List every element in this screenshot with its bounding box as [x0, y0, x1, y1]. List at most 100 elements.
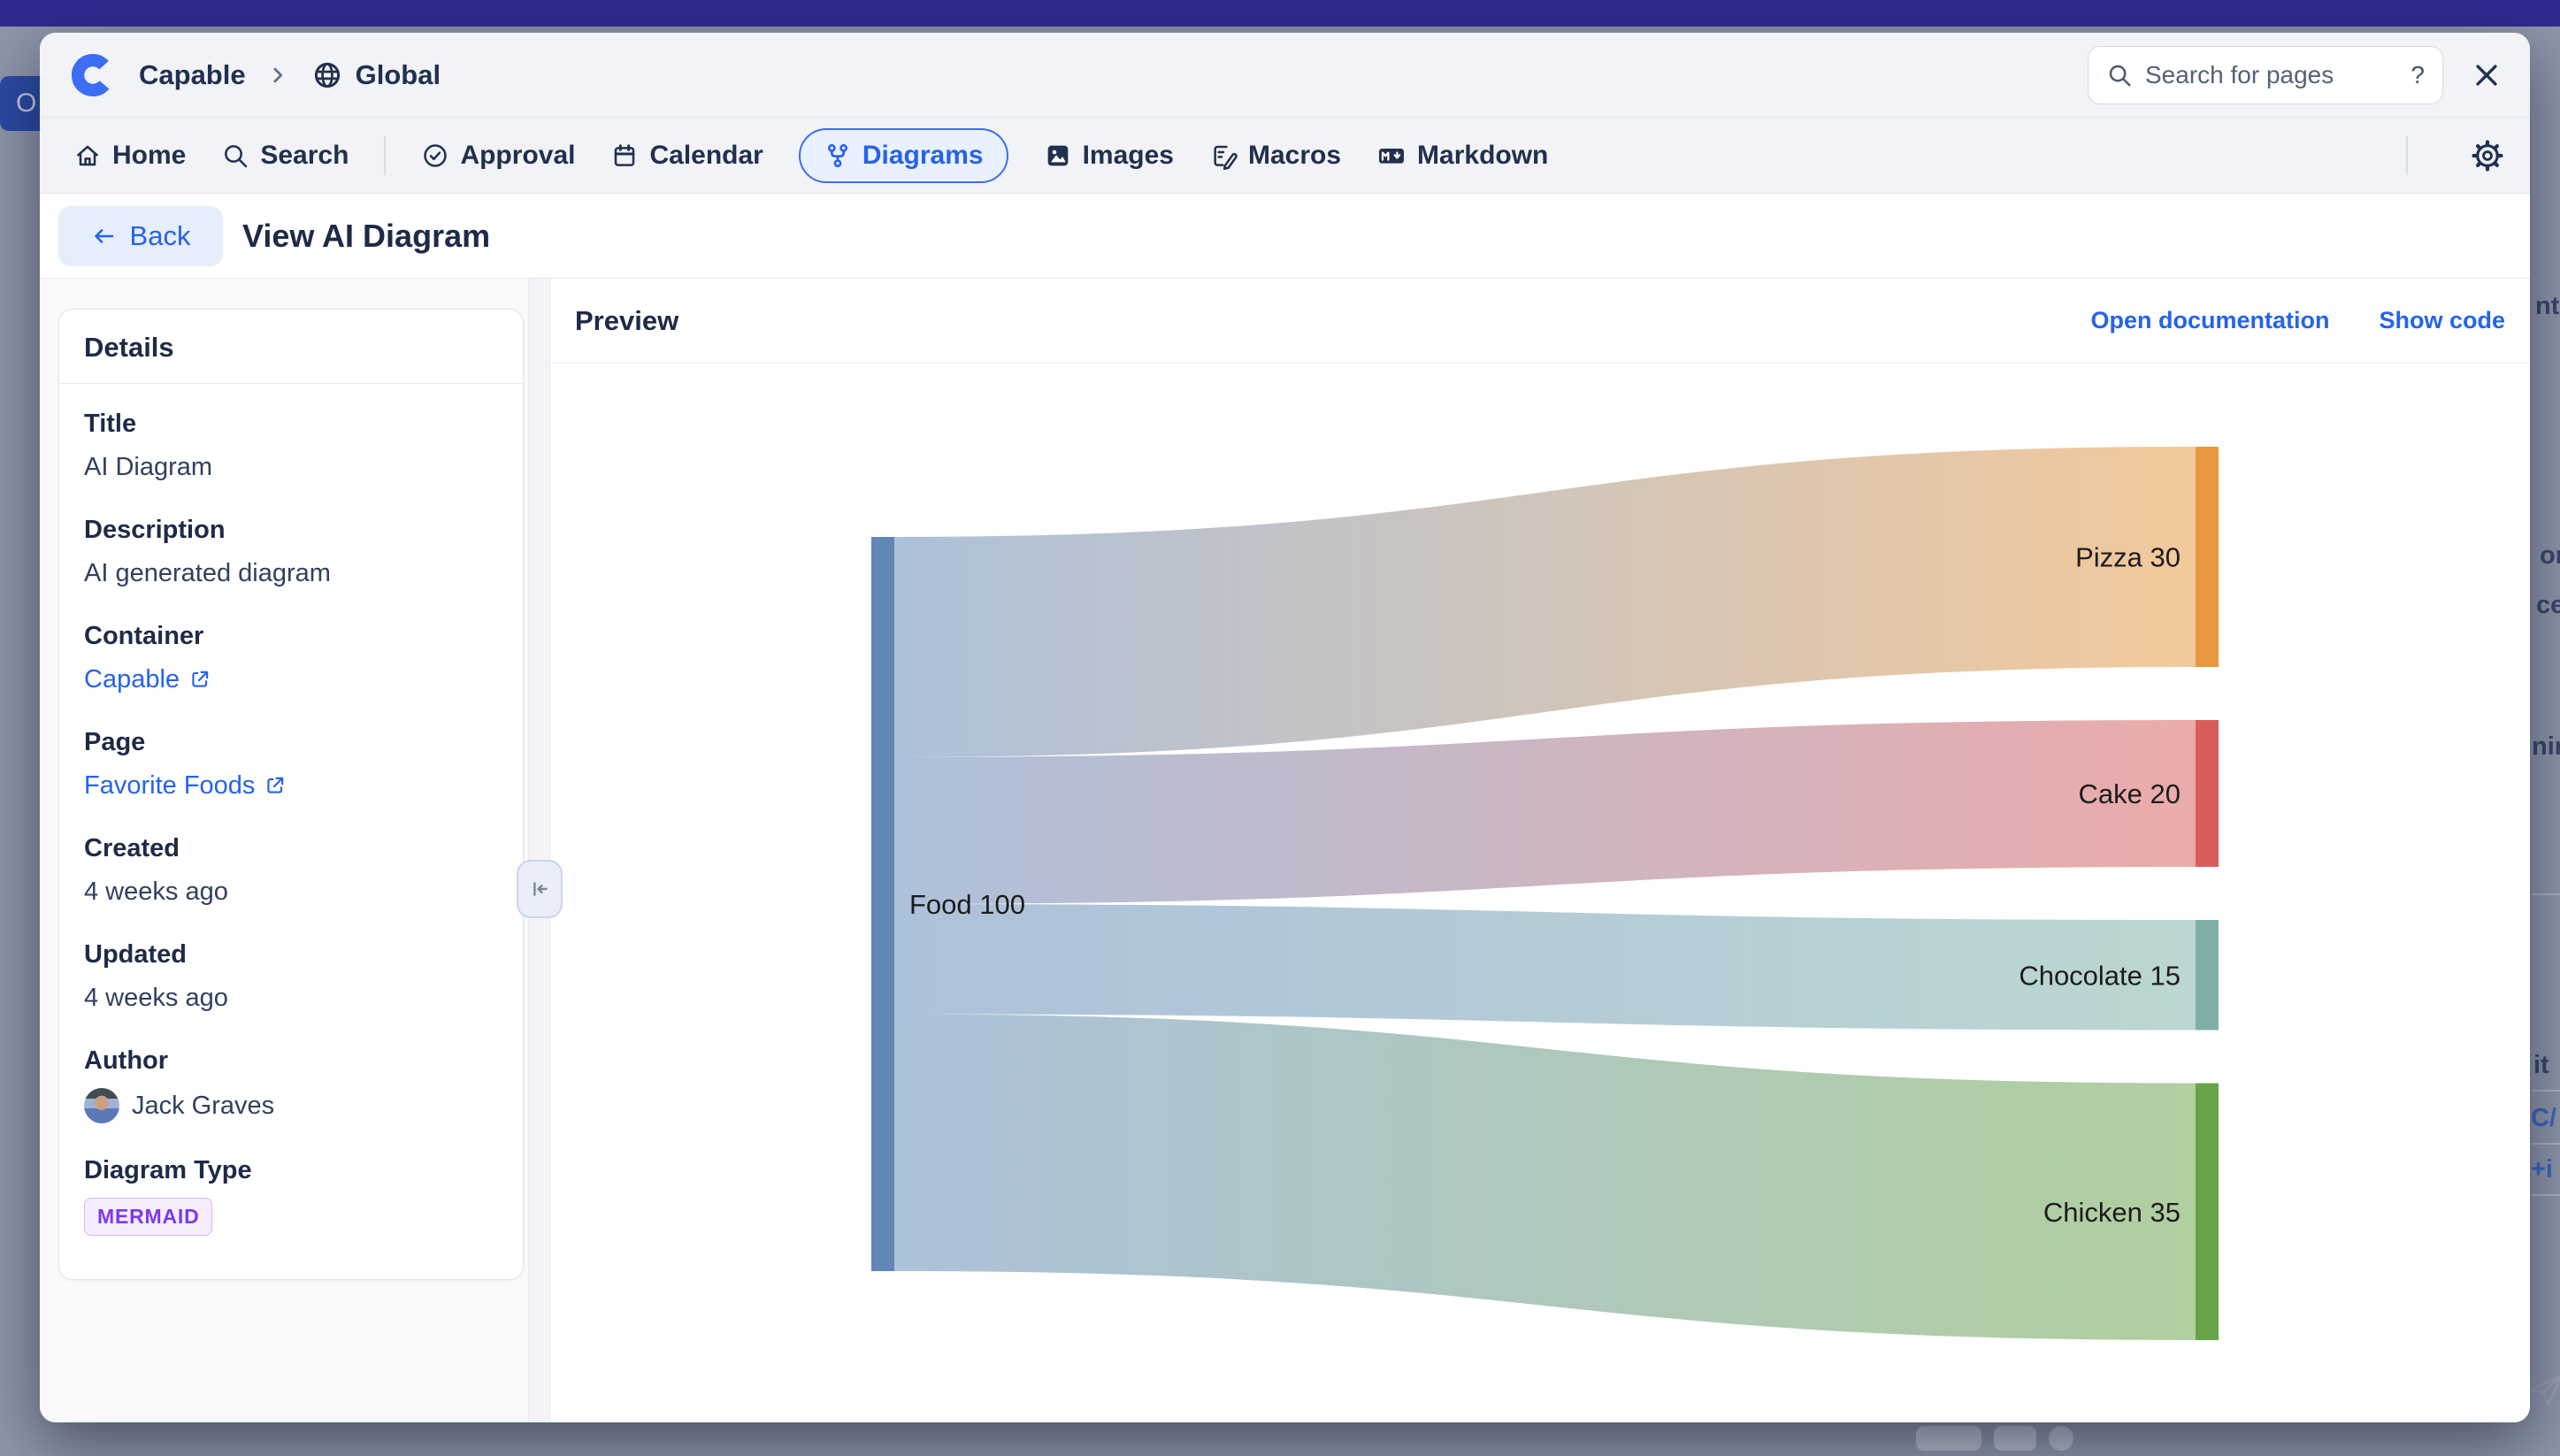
close-button[interactable] — [2466, 55, 2507, 96]
show-code-link[interactable]: Show code — [2379, 307, 2505, 334]
sankey-link-chicken — [894, 1015, 2196, 1341]
nav-divider — [384, 136, 386, 175]
dialog-nav: Home Search Approval Calendar — [40, 118, 2530, 194]
background-divider — [2532, 1143, 2560, 1145]
background-link-fragment: +i — [2531, 1155, 2553, 1184]
background-shape — [1916, 1426, 1981, 1451]
sankey-node-cake — [2196, 720, 2219, 867]
field-title: Title AI Diagram — [84, 408, 498, 483]
field-value: 4 weeks ago — [84, 876, 498, 908]
field-label: Description — [84, 514, 498, 546]
nav-item-home[interactable]: Home — [73, 141, 186, 171]
sankey-link-pizza — [894, 447, 2196, 757]
background-text-fragment: it — [2533, 1051, 2549, 1080]
link-label: Favorite Foods — [84, 770, 255, 801]
page-link[interactable]: Favorite Foods — [84, 770, 287, 801]
search-icon — [221, 142, 249, 170]
search-input[interactable] — [2145, 61, 2398, 89]
background-divider — [2532, 1090, 2560, 1092]
preview-actions: Open documentation Show code — [2090, 307, 2505, 334]
container-link[interactable]: Capable — [84, 663, 211, 695]
nav-item-images[interactable]: Images — [1044, 141, 1174, 171]
nav-item-calendar[interactable]: Calendar — [610, 141, 763, 171]
nav-item-approval[interactable]: Approval — [421, 141, 575, 171]
field-label: Container — [84, 620, 498, 652]
sankey-node-chocolate — [2196, 920, 2219, 1031]
nav-label: Approval — [460, 141, 575, 171]
background-divider — [2532, 1194, 2560, 1196]
search-help-hint: ? — [2411, 61, 2425, 89]
markdown-icon — [1376, 142, 1406, 170]
background-text-fragment: nt — [2535, 292, 2559, 321]
field-description: Description AI generated diagram — [84, 514, 498, 589]
preview-header: Preview Open documentation Show code — [550, 279, 2530, 364]
diagram-branch-icon — [824, 142, 852, 170]
field-label: Author — [84, 1045, 498, 1077]
page-search-box[interactable]: ? — [2088, 46, 2443, 104]
external-link-icon — [188, 668, 211, 691]
field-label: Title — [84, 408, 498, 440]
sankey-label-chicken: Chicken 35 — [2043, 1197, 2181, 1228]
nav-label: Images — [1083, 141, 1174, 171]
back-label: Back — [130, 220, 191, 252]
breadcrumb-current[interactable]: Global — [356, 59, 441, 91]
nav-label: Search — [260, 141, 349, 171]
home-icon — [73, 142, 102, 170]
arrow-left-icon — [91, 223, 118, 249]
field-label: Page — [84, 726, 498, 758]
field-value: AI generated diagram — [84, 557, 498, 589]
collapse-left-icon — [526, 876, 553, 902]
background-shape — [2049, 1426, 2073, 1451]
field-label: Created — [84, 832, 498, 864]
external-link-icon — [264, 774, 287, 797]
background-shape — [1994, 1426, 2036, 1451]
nav-label: Home — [112, 141, 186, 171]
preview-body: Food 100Pizza 30Cake 20Chocolate 15Chick… — [550, 364, 2530, 1422]
image-icon — [1044, 142, 1072, 170]
back-button[interactable]: Back — [58, 206, 223, 266]
panel-gutter — [528, 279, 550, 1422]
avatar — [84, 1088, 119, 1123]
sankey-diagram: Food 100Pizza 30Cake 20Chocolate 15Chick… — [823, 389, 2238, 1362]
field-created: Created 4 weeks ago — [84, 832, 498, 908]
details-column: Details Title AI Diagram Description AI … — [40, 279, 528, 1422]
calendar-icon — [610, 142, 639, 170]
nav-item-search[interactable]: Search — [221, 141, 349, 171]
sankey-label-food: Food 100 — [909, 889, 1025, 920]
field-label: Diagram Type — [84, 1154, 498, 1186]
macros-icon — [1209, 142, 1238, 170]
background-text-fragment: nir — [2532, 732, 2560, 762]
dialog-content: Details Title AI Diagram Description AI … — [40, 279, 2530, 1422]
link-label: Capable — [84, 663, 180, 695]
nav-item-macros[interactable]: Macros — [1209, 141, 1341, 171]
sankey-label-cake: Cake 20 — [2079, 778, 2181, 809]
field-label: Updated — [84, 939, 498, 970]
sankey-node-food — [871, 537, 894, 1271]
sankey-node-pizza — [2196, 447, 2219, 667]
preview-panel: Preview Open documentation Show code Foo… — [550, 279, 2530, 1422]
send-icon — [2526, 1369, 2560, 1408]
nav-divider — [2406, 136, 2408, 175]
sankey-node-chicken — [2196, 1084, 2219, 1341]
field-diagram-type: Diagram Type MERMAID — [84, 1154, 498, 1236]
background-link-fragment: C/ — [2531, 1104, 2556, 1133]
breadcrumb-root[interactable]: Capable — [139, 59, 246, 91]
preview-heading: Preview — [575, 305, 678, 337]
background-text-fragment: or — [2540, 541, 2560, 571]
nav-label: Diagrams — [862, 141, 984, 171]
nav-label: Calendar — [649, 141, 763, 171]
sankey-label-chocolate: Chocolate 15 — [2019, 960, 2181, 991]
details-heading: Details — [59, 310, 523, 384]
nav-item-diagrams[interactable]: Diagrams — [799, 128, 1008, 183]
field-author: Author Jack Graves — [84, 1045, 498, 1123]
field-container: Container Capable — [84, 620, 498, 695]
details-card: Details Title AI Diagram Description AI … — [58, 309, 524, 1280]
nav-item-markdown[interactable]: Markdown — [1376, 141, 1548, 171]
chevron-right-icon — [269, 65, 288, 85]
dialog-header: Capable Global — [40, 33, 2530, 118]
open-documentation-link[interactable]: Open documentation — [2090, 307, 2329, 334]
background-page-button: O — [0, 76, 41, 131]
field-value: 4 weeks ago — [84, 982, 498, 1014]
settings-button[interactable] — [2466, 134, 2509, 177]
nav-label: Macros — [1248, 141, 1341, 171]
